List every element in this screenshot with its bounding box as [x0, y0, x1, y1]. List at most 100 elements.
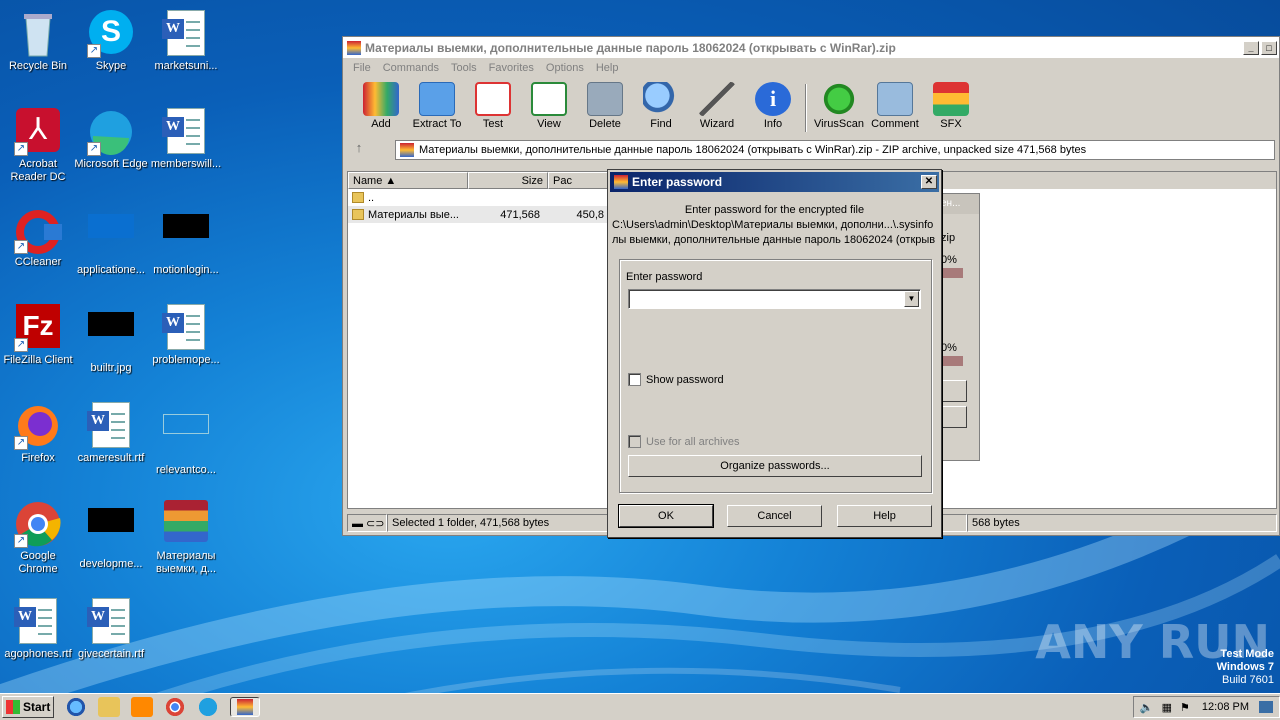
organize-passwords-button[interactable]: Organize passwords...	[628, 455, 922, 477]
desktop-icon-applicatione[interactable]: applicatione...	[73, 202, 149, 294]
toolbar-delete-button[interactable]: Delete	[577, 82, 633, 130]
desktop-icon-chrome[interactable]: ↗ Google Chrome	[0, 496, 76, 588]
desktop-icon-acrobat[interactable]: ⅄ ↗ Acrobat Reader DC	[0, 104, 76, 196]
word-doc-icon: W	[87, 402, 135, 450]
internet-explorer-icon[interactable]	[65, 697, 87, 717]
desktop-icon-recycle-bin[interactable]: Recycle Bin	[0, 6, 76, 98]
explorer-folder-icon[interactable]	[98, 697, 120, 717]
start-button[interactable]: Start	[2, 696, 54, 718]
toolbar-info-button[interactable]: i Info	[745, 82, 801, 130]
sort-ascending-icon: ▲	[385, 175, 397, 187]
desktop-icon-filezilla[interactable]: Fz ↗ FileZilla Client	[0, 300, 76, 392]
file-row-folder[interactable]: Материалы вые... 471,568 450,8	[348, 206, 610, 223]
drive-icon[interactable]: ▬ ⊂⊃	[347, 514, 387, 532]
toolbar-find-button[interactable]: Find	[633, 82, 689, 130]
file-icon	[162, 414, 210, 462]
menu-help[interactable]: Help	[590, 62, 625, 74]
filezilla-icon: Fz ↗	[14, 304, 62, 352]
archive-path-text: Материалы выемки, дополнительные данные …	[419, 144, 1087, 156]
menu-file[interactable]: File	[347, 62, 377, 74]
background-button-2[interactable]	[939, 406, 967, 428]
status-total: 568 bytes	[967, 514, 1277, 532]
system-tray: 🔈 ▦ ⚑ 12:08 PM	[1132, 696, 1280, 718]
show-password-checkbox[interactable]: Show password	[628, 373, 724, 386]
use-for-all-archives-checkbox[interactable]: Use for all archives	[628, 435, 740, 448]
ccleaner-icon: ↗	[14, 206, 62, 254]
toolbar-view-button[interactable]: View	[521, 82, 577, 130]
toolbar-comment-button[interactable]: Comment	[867, 82, 923, 130]
maximize-button[interactable]: □	[1261, 40, 1277, 55]
desktop-icon-edge[interactable]: ↗ Microsoft Edge	[73, 104, 149, 196]
help-button[interactable]: Help	[837, 505, 932, 527]
menu-options[interactable]: Options	[540, 62, 590, 74]
clock[interactable]: 12:08 PM	[1202, 701, 1249, 713]
network-icon[interactable]: ▦	[1162, 701, 1172, 714]
toolbar-virusscan-button[interactable]: VirusScan	[811, 82, 867, 130]
desktop-icon-agophones[interactable]: W agophones.rtf	[0, 594, 76, 686]
toolbar-sfx-label: SFX	[940, 118, 962, 130]
archive-path-field[interactable]: Материалы выемки, дополнительные данные …	[395, 140, 1275, 160]
toolbar-add-button[interactable]: Add	[353, 82, 409, 130]
toolbar-extract-label: Extract To	[412, 118, 462, 130]
toolbar-sfx-button[interactable]: SFX	[923, 82, 979, 130]
checkbox-box[interactable]	[628, 435, 641, 448]
chrome-taskbar-icon[interactable]	[164, 697, 186, 717]
toolbar-test-button[interactable]: Test	[465, 82, 521, 130]
media-player-icon[interactable]	[131, 697, 153, 717]
firefox-icon: ↗	[14, 402, 62, 450]
desktop-icon-motionlogin[interactable]: motionlogin...	[148, 202, 224, 294]
desktop-icon-ccleaner[interactable]: ↗ CCleaner	[0, 202, 76, 294]
winrar-address-bar: ↑ Материалы выемки, дополнительные данны…	[343, 138, 1279, 162]
enter-password-dialog: Enter password ✕ Enter password for the …	[607, 169, 942, 538]
winrar-taskbar-icon	[237, 699, 253, 715]
test-checklist-icon	[475, 82, 511, 116]
desktop-icon-skype[interactable]: S ↗ Skype	[73, 6, 149, 98]
desktop-icon-builtr[interactable]: builtr.jpg	[73, 300, 149, 392]
winrar-title: Материалы выемки, дополнительные данные …	[365, 40, 896, 55]
cancel-button[interactable]: Cancel	[727, 505, 822, 527]
background-button-1[interactable]	[939, 380, 967, 402]
menu-tools[interactable]: Tools	[445, 62, 483, 74]
show-desktop-icon[interactable]	[1259, 701, 1273, 713]
dialog-titlebar[interactable]: Enter password ✕	[610, 172, 939, 192]
extract-folder-icon	[419, 82, 455, 116]
desktop-icon-marketsuni[interactable]: W marketsuni...	[148, 6, 224, 98]
column-name-header[interactable]: Name ▲	[348, 172, 468, 189]
winrar-taskbar-button[interactable]	[230, 697, 260, 717]
action-center-flag-icon[interactable]: ⚑	[1180, 701, 1190, 714]
desktop-icon-cameresult[interactable]: W cameresult.rtf	[73, 398, 149, 490]
desktop-icon-memberswill[interactable]: W memberswill...	[148, 104, 224, 196]
desktop-icon-developme[interactable]: developme...	[73, 496, 149, 588]
toolbar-view-label: View	[537, 118, 561, 130]
up-arrow-icon[interactable]: ↑	[347, 140, 371, 160]
menu-commands[interactable]: Commands	[377, 62, 445, 74]
winrar-app-icon	[347, 40, 361, 55]
volume-icon[interactable]: 🔈	[1140, 701, 1154, 714]
desktop-icon-relevantco[interactable]: relevantco...	[148, 398, 224, 490]
toolbar-find-label: Find	[650, 118, 672, 130]
menu-favorites[interactable]: Favorites	[483, 62, 540, 74]
toolbar-wizard-button[interactable]: Wizard	[689, 82, 745, 130]
folder-icon	[352, 209, 364, 220]
desktop-icon-givecertain[interactable]: W givecertain.rtf	[73, 594, 149, 686]
word-doc-icon: W	[162, 108, 210, 156]
chevron-down-icon[interactable]: ▼	[904, 291, 919, 307]
desktop-icon-firefox[interactable]: ↗ Firefox	[0, 398, 76, 490]
ok-button[interactable]: OK	[618, 504, 714, 528]
info-icon: i	[755, 82, 791, 116]
column-packed-header[interactable]: Pac	[548, 172, 610, 189]
checkbox-box[interactable]	[628, 373, 641, 386]
close-icon[interactable]: ✕	[921, 175, 937, 189]
column-size-header[interactable]: Size	[468, 172, 548, 189]
desktop-icon-winrar-archive[interactable]: Материалы выемки, д...	[148, 496, 224, 588]
chrome-icon: ↗	[14, 500, 62, 548]
toolbar-extract-button[interactable]: Extract To	[409, 82, 465, 130]
password-input[interactable]: ▼	[628, 289, 921, 309]
minimize-button[interactable]: _	[1243, 40, 1259, 55]
toolbar-wizard-label: Wizard	[699, 118, 735, 130]
winrar-titlebar[interactable]: Материалы выемки, дополнительные данные …	[343, 37, 1279, 58]
add-icon	[363, 82, 399, 116]
desktop-icon-problemope[interactable]: W problemope...	[148, 300, 224, 392]
edge-taskbar-icon[interactable]	[197, 697, 219, 717]
progress-bar-1	[939, 268, 963, 278]
